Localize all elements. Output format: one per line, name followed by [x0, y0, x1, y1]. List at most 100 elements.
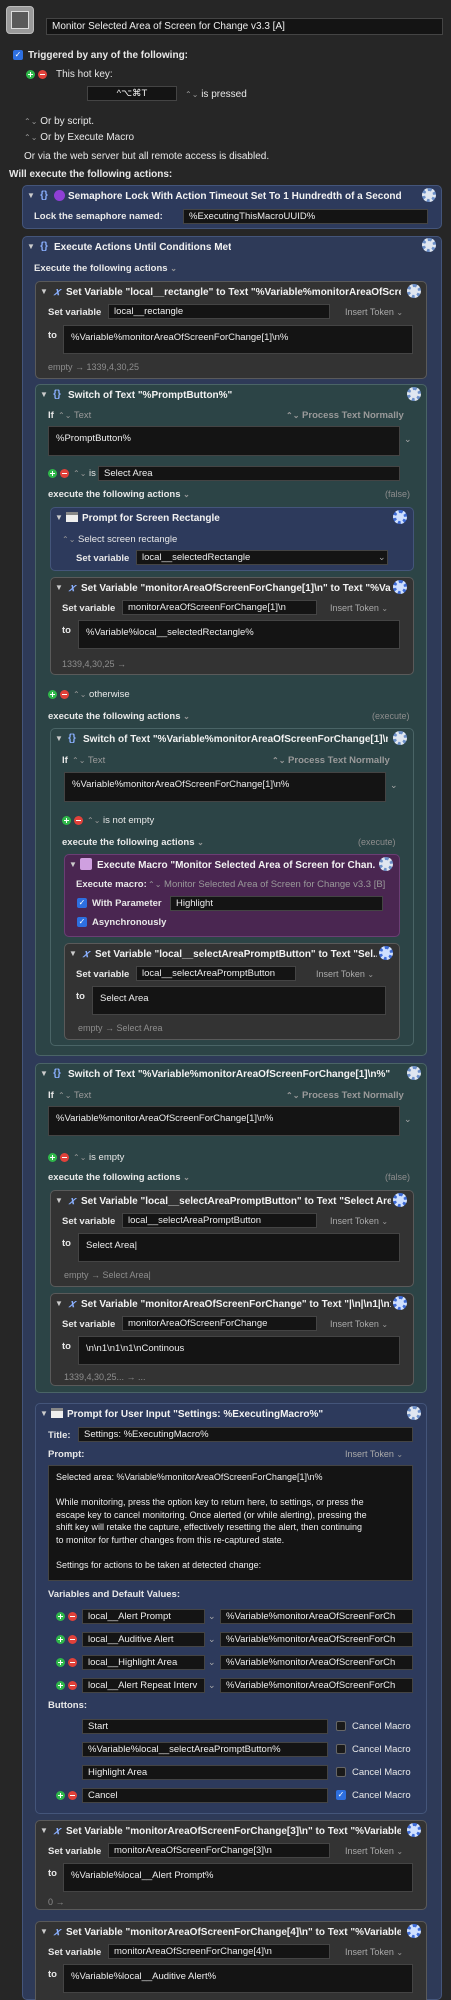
variable-name-field[interactable]: local__Auditive Alert	[82, 1632, 205, 1647]
process-text-select[interactable]: ⌃⌄ Process Text Normally	[286, 1090, 404, 1101]
otherwise-select[interactable]: ⌃⌄ otherwise	[73, 689, 130, 700]
gear-icon[interactable]	[407, 1066, 421, 1080]
cancel-macro-checkbox[interactable]	[336, 1744, 346, 1754]
is-value-field[interactable]: Select Area	[98, 466, 400, 481]
prompt-rect-variable-field[interactable]: local__selectedRectangle	[136, 550, 388, 565]
chevron-down-icon[interactable]: ⌄	[390, 780, 398, 791]
insert-token-button[interactable]: Insert Token ⌄	[345, 1449, 403, 1459]
text-select[interactable]: ⌃⌄ Text	[72, 755, 105, 766]
text-select[interactable]: ⌃⌄ Text	[58, 410, 91, 421]
is-select[interactable]: ⌃⌄ is	[73, 468, 96, 479]
remove-variable-icon[interactable]	[68, 1612, 77, 1621]
cancel-macro-checkbox[interactable]	[336, 1767, 346, 1777]
button-name-field[interactable]: Start	[82, 1719, 328, 1734]
insert-token-button[interactable]: Insert Token ⌄	[330, 603, 388, 613]
variable-name-field[interactable]: local__Alert Repeat Interv	[82, 1678, 205, 1693]
hotkey-field[interactable]: ^⌥⌘T	[87, 86, 177, 101]
disclosure-triangle[interactable]: ▼	[55, 583, 63, 592]
add-button-icon[interactable]	[56, 1791, 65, 1800]
setvar7-text-area[interactable]: %Variable%local__Auditive Alert%	[63, 1964, 413, 1993]
prompt-text-area[interactable]: Selected area: %Variable%monitorAreaOfSc…	[48, 1465, 413, 1581]
remove-trigger-icon[interactable]	[38, 70, 47, 79]
add-case-icon[interactable]	[48, 690, 57, 699]
disclosure-triangle[interactable]: ▼	[40, 287, 48, 296]
is-not-empty-select[interactable]: ⌃⌄ is not empty	[87, 815, 154, 826]
disclosure-triangle[interactable]: ▼	[55, 1299, 63, 1308]
gear-icon[interactable]	[393, 580, 407, 594]
disclosure-triangle[interactable]: ▼	[55, 734, 63, 743]
switch2-text-area[interactable]: %Variable%monitorAreaOfScreenForChange[1…	[64, 772, 386, 802]
remove-case-icon[interactable]	[74, 816, 83, 825]
disclosure-triangle[interactable]: ▼	[40, 1826, 48, 1835]
add-case-icon[interactable]	[62, 816, 71, 825]
gear-icon[interactable]	[407, 387, 421, 401]
triggered-checkbox[interactable]: ✓	[13, 50, 23, 60]
macro-select[interactable]: ⌃⌄ Monitor Selected Area of Screen for C…	[148, 879, 396, 890]
chevron-down-icon[interactable]: ⌄	[208, 1634, 216, 1645]
setvar3-variable-field[interactable]: local__selectAreaPromptButton	[136, 966, 296, 981]
disclosure-triangle[interactable]: ▼	[40, 1069, 48, 1078]
setvar4-text-area[interactable]: Select Area|	[78, 1233, 400, 1262]
gear-icon[interactable]	[422, 238, 436, 252]
remove-variable-icon[interactable]	[68, 1681, 77, 1690]
gear-icon[interactable]	[393, 1296, 407, 1310]
gear-icon[interactable]	[393, 1193, 407, 1207]
add-trigger-icon[interactable]	[26, 70, 35, 79]
gear-icon[interactable]	[379, 946, 393, 960]
disclosure-triangle[interactable]: ▼	[27, 242, 35, 251]
variable-value-field[interactable]: %Variable%monitorAreaOfScreenForCh	[220, 1632, 413, 1647]
gear-icon[interactable]	[393, 731, 407, 745]
remove-variable-icon[interactable]	[68, 1635, 77, 1644]
by-script-option[interactable]: ⌃⌄ Or by script.	[24, 116, 94, 127]
variable-value-field[interactable]: %Variable%monitorAreaOfScreenForCh	[220, 1655, 413, 1670]
chevron-down-icon[interactable]: ⌄	[378, 552, 386, 563]
gear-icon[interactable]	[407, 1823, 421, 1837]
cancel-macro-checkbox[interactable]: ✓	[336, 1790, 346, 1800]
setvar6-text-area[interactable]: %Variable%local__Alert Prompt%	[63, 1863, 413, 1892]
disclosure-triangle[interactable]: ▼	[27, 191, 35, 200]
disclosure-triangle[interactable]: ▼	[40, 390, 48, 399]
async-checkbox[interactable]: ✓	[77, 917, 87, 927]
remove-case-icon[interactable]	[60, 1153, 69, 1162]
chevron-down-icon[interactable]: ⌄	[404, 1114, 412, 1125]
semaphore-name-field[interactable]: %ExecutingThisMacroUUID%	[183, 209, 428, 224]
add-variable-icon[interactable]	[56, 1658, 65, 1667]
button-name-field[interactable]: Highlight Area	[82, 1765, 328, 1780]
variable-name-field[interactable]: local__Highlight Area	[82, 1655, 205, 1670]
variable-name-field[interactable]: local__Alert Prompt	[82, 1609, 205, 1624]
remove-button-icon[interactable]	[68, 1791, 77, 1800]
insert-token-button[interactable]: Insert Token ⌄	[345, 1846, 403, 1856]
variable-value-field[interactable]: %Variable%monitorAreaOfScreenForCh	[220, 1678, 413, 1693]
button-name-field[interactable]: Cancel	[82, 1788, 328, 1803]
with-parameter-checkbox[interactable]: ✓	[77, 898, 87, 908]
gear-icon[interactable]	[422, 188, 436, 202]
disclosure-triangle[interactable]: ▼	[40, 1409, 48, 1418]
setvar2-variable-field[interactable]: monitorAreaOfScreenForChange[1]\n	[122, 600, 317, 615]
disclosure-triangle[interactable]: ▼	[69, 860, 77, 869]
setvar1-text-area[interactable]: %Variable%monitorAreaOfScreenForChange[1…	[63, 325, 413, 354]
cancel-macro-checkbox[interactable]	[336, 1721, 346, 1731]
gear-icon[interactable]	[407, 284, 421, 298]
setvar4-variable-field[interactable]: local__selectAreaPromptButton	[122, 1213, 317, 1228]
add-variable-icon[interactable]	[56, 1612, 65, 1621]
insert-token-button[interactable]: Insert Token ⌄	[345, 307, 403, 317]
setvar6-variable-field[interactable]: monitorAreaOfScreenForChange[3]\n	[108, 1843, 330, 1858]
insert-token-button[interactable]: Insert Token ⌄	[330, 1216, 388, 1226]
remove-variable-icon[interactable]	[68, 1658, 77, 1667]
process-text-select[interactable]: ⌃⌄ Process Text Normally	[272, 755, 390, 766]
disclosure-triangle[interactable]: ▼	[55, 513, 63, 522]
setvar1-variable-field[interactable]: local__rectangle	[108, 304, 330, 319]
chevron-down-icon[interactable]: ⌄	[208, 1680, 216, 1691]
switch3-text-area[interactable]: %Variable%monitorAreaOfScreenForChange[1…	[48, 1106, 400, 1136]
insert-token-button[interactable]: Insert Token ⌄	[330, 1319, 388, 1329]
gear-icon[interactable]	[393, 510, 407, 524]
process-text-select[interactable]: ⌃⌄ Process Text Normally	[286, 410, 404, 421]
gear-icon[interactable]	[407, 1924, 421, 1938]
is-empty-select[interactable]: ⌃⌄ is empty	[73, 1152, 124, 1163]
setvar2-text-area[interactable]: %Variable%local__selectedRectangle%	[78, 620, 400, 649]
add-case-icon[interactable]	[48, 469, 57, 478]
switch1-text-area[interactable]: %PromptButton%	[48, 426, 400, 456]
by-execute-macro-option[interactable]: ⌃⌄ Or by Execute Macro	[24, 132, 134, 143]
remove-case-icon[interactable]	[60, 690, 69, 699]
remove-case-icon[interactable]	[60, 469, 69, 478]
